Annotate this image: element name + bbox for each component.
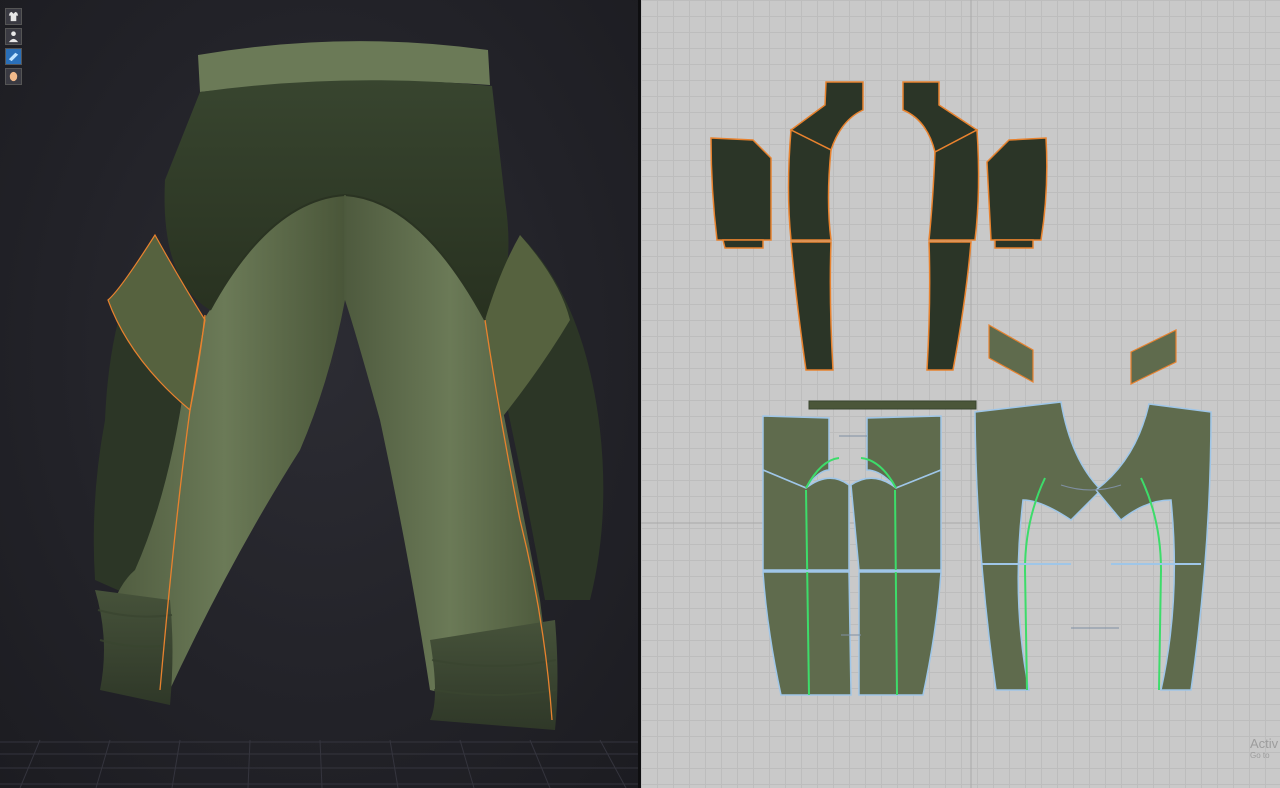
pattern-piece-left-pocket-flap bbox=[722, 239, 764, 249]
watermark-title: Activ bbox=[1250, 736, 1279, 751]
3d-viewport[interactable] bbox=[0, 0, 638, 788]
left-cuff bbox=[95, 590, 173, 705]
2d-pattern-layout[interactable] bbox=[641, 0, 1280, 788]
pattern-piece-back-left bbox=[974, 401, 1103, 691]
floor-grid bbox=[0, 739, 638, 788]
pattern-piece-right-pocket bbox=[986, 137, 1048, 241]
pattern-piece-waistband bbox=[808, 400, 977, 410]
toolbar-button-avatar[interactable] bbox=[5, 28, 22, 45]
pattern-piece-right-leg-strip bbox=[926, 241, 972, 371]
pattern-piece-right-pocket-flap bbox=[994, 239, 1034, 249]
pattern-piece-left-yoke-lower bbox=[787, 128, 832, 241]
yoke-pattern-pieces bbox=[710, 81, 1048, 371]
face-icon bbox=[9, 71, 18, 82]
pattern-piece-left-pocket bbox=[710, 137, 772, 241]
pattern-piece-small-flap-left bbox=[988, 323, 1034, 384]
viewport-toolbar bbox=[5, 8, 22, 85]
toolbar-button-fabric[interactable] bbox=[5, 48, 22, 65]
toolbar-button-garment[interactable] bbox=[5, 8, 22, 25]
3d-garment-render[interactable] bbox=[0, 0, 638, 788]
pattern-piece-left-leg-strip bbox=[790, 241, 834, 371]
avatar-icon bbox=[8, 31, 19, 43]
pattern-piece-small-flap-right bbox=[1130, 329, 1177, 385]
activation-watermark: Activ Go to bbox=[1250, 736, 1280, 760]
front-pattern-pieces bbox=[762, 401, 1212, 696]
pattern-piece-front-right-lower bbox=[858, 571, 942, 696]
toolbar-button-face[interactable] bbox=[5, 68, 22, 85]
shirt-icon bbox=[8, 11, 19, 22]
fabric-icon bbox=[8, 52, 19, 62]
watermark-subtitle: Go to bbox=[1250, 751, 1270, 760]
2d-pattern-viewport[interactable]: Activ Go to bbox=[641, 0, 1280, 788]
pattern-piece-back-right bbox=[1094, 403, 1212, 691]
